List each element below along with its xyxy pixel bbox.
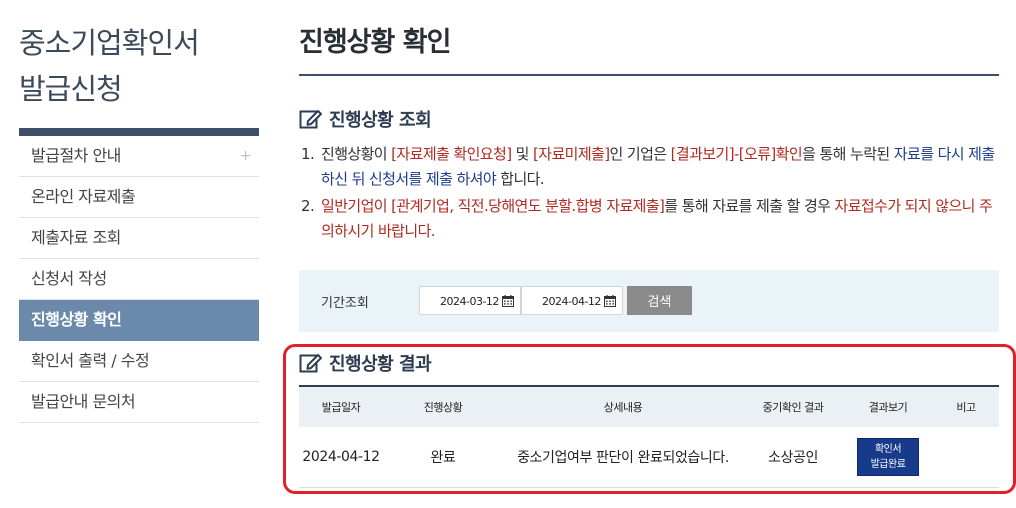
sidebar-item-label: 신청서 작성 [31, 269, 107, 288]
notice-text: 합니다. [496, 170, 545, 188]
sidebar-item-print-edit[interactable]: 확인서 출력 / 수정 [19, 341, 259, 382]
cell-detail: 중소기업여부 판단이 완료되었습니다. [503, 427, 743, 488]
cell-result: 소상공인 [743, 427, 843, 488]
edit-icon [299, 110, 322, 129]
sidebar-item-label: 진행상황 확인 [31, 310, 122, 329]
sidebar-item-label: 발급절차 안내 [31, 146, 121, 165]
cell-note [933, 427, 999, 488]
notice-item: 1. 진행상황이 [자료제출 확인요청] 및 [자료미제출]인 기업은 [결과보기… [299, 142, 999, 192]
calendar-icon[interactable] [604, 295, 616, 307]
sidebar-item-submitted-lookup[interactable]: 제출자료 조회 [19, 218, 259, 259]
plus-icon[interactable]: + [240, 136, 252, 176]
end-date-input[interactable]: 2024-04-12 [521, 286, 623, 315]
column-header-detail: 상세내용 [603, 401, 643, 414]
edit-icon [299, 354, 322, 373]
notice-list: 1. 진행상황이 [자료제출 확인요청] 및 [자료미제출]인 기업은 [결과보기… [299, 142, 999, 244]
column-header-status: 진행상황 [423, 401, 463, 414]
main-content: 진행상황 확인 진행상황 조회 1. 진행상황이 [자료제출 확인요청] 및 [자… [299, 20, 999, 488]
sidebar-divider [19, 128, 259, 136]
cell-issue-date: 2024-04-12 [299, 427, 383, 488]
sidebar-item-contact[interactable]: 발급안내 문의처 [19, 382, 259, 423]
sidebar-title: 중소기업확인서 발급신청 [19, 20, 259, 112]
notice-text: 일반기업이 [321, 197, 392, 215]
notice-text: 진행상황이 [321, 145, 392, 163]
notice-number: 2. [301, 197, 315, 215]
notice-item: 2. 일반기업이 [관계기업, 직전.당해연도 분할.합병 자료제출]를 통해 자… [299, 194, 999, 244]
end-date-value: 2024-04-12 [542, 295, 601, 308]
notice-text: 및 [511, 145, 533, 163]
column-header-result: 중기확인 결과 [762, 401, 824, 414]
search-panel: 기간조회 2024-03-12 2024-04-12 검색 [299, 270, 999, 332]
sidebar-title-line1: 중소기업확인서 [19, 26, 200, 60]
certificate-button-line1: 확인서 [874, 444, 902, 455]
period-label: 기간조회 [321, 296, 369, 311]
sidebar-item-label: 발급안내 문의처 [31, 392, 136, 411]
notice-text: [결과보기]-[오류]확인 [670, 145, 803, 163]
sidebar-item-label: 제출자료 조회 [31, 228, 121, 247]
column-header-view: 결과보기 [868, 401, 908, 414]
notice-text: 를 통해 자료를 제출 할 경우 [664, 197, 835, 215]
sidebar-item-label: 확인서 출력 / 수정 [31, 351, 150, 370]
inquiry-heading: 진행상황 조회 [299, 106, 999, 132]
cell-view: 확인서 발급완료 [843, 427, 933, 488]
start-date-value: 2024-03-12 [440, 295, 499, 308]
notice-text: [자료제출 확인요청] [391, 145, 512, 163]
result-heading-label: 진행상황 결과 [329, 354, 432, 375]
inquiry-heading-label: 진행상황 조회 [329, 110, 432, 131]
certificate-button-line2: 발급완료 [870, 459, 906, 470]
sidebar-item-application-write[interactable]: 신청서 작성 [19, 259, 259, 300]
start-date-input[interactable]: 2024-03-12 [419, 286, 521, 315]
notice-text: [자료미제출] [533, 145, 610, 163]
search-button[interactable]: 검색 [627, 286, 692, 315]
certificate-issued-button[interactable]: 확인서 발급완료 [857, 438, 919, 476]
sidebar-item-progress-check[interactable]: 진행상황 확인 [19, 300, 259, 341]
table-header-row: 발급일자 진행상황 상세내용 중기확인 결과 결과보기 비고 [299, 386, 999, 427]
cell-status: 완료 [383, 427, 503, 488]
page-title: 진행상황 확인 [299, 27, 451, 58]
table-row: 2024-04-12 완료 중소기업여부 판단이 완료되었습니다. 소상공인 확… [299, 427, 999, 488]
sidebar-item-process-guide[interactable]: 발급절차 안내 + [19, 136, 259, 177]
result-table: 발급일자 진행상황 상세내용 중기확인 결과 결과보기 비고 2024-04-1… [299, 385, 999, 488]
result-heading: 진행상황 결과 [299, 350, 432, 376]
column-header-issue-date: 발급일자 [321, 401, 361, 414]
sidebar: 중소기업확인서 발급신청 발급절차 안내 + 온라인 자료제출 제출자료 조회 … [19, 20, 259, 423]
column-header-note: 비고 [956, 401, 976, 414]
calendar-icon[interactable] [502, 295, 514, 307]
notice-text: 을 통해 누락된 [802, 145, 894, 163]
sidebar-item-online-submit[interactable]: 온라인 자료제출 [19, 177, 259, 218]
notice-text: 인 기업은 [609, 145, 671, 163]
sidebar-item-label: 온라인 자료제출 [31, 187, 136, 206]
notice-number: 1. [301, 145, 315, 163]
notice-text: [관계기업, 직전.당해연도 분할.합병 자료제출] [391, 197, 665, 215]
title-divider [299, 74, 999, 76]
sidebar-title-line2: 발급신청 [19, 72, 123, 106]
